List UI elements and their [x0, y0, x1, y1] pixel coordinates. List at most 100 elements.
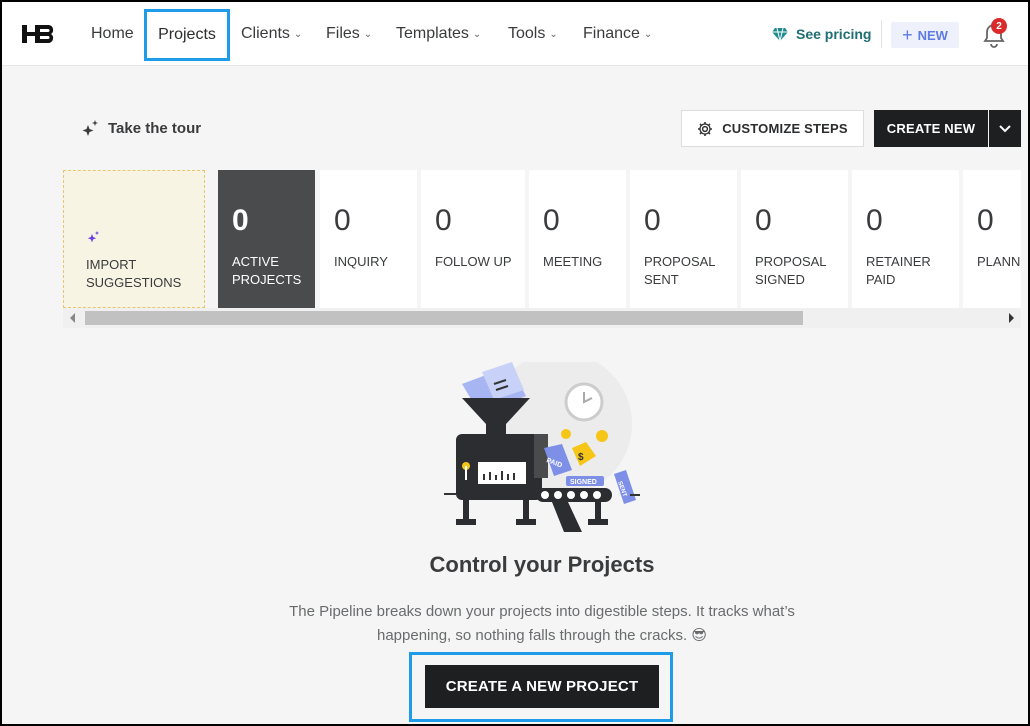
- nav-tools-label: Tools: [508, 25, 546, 42]
- empty-desc-line-2: happening, so nothing falls through the …: [376, 627, 707, 644]
- stage-name: RETAINER PAID: [866, 253, 931, 289]
- stage-name: ACTIVE PROJECTS: [232, 253, 301, 289]
- create-new-dropdown[interactable]: [989, 110, 1021, 147]
- scroll-right-arrow-icon[interactable]: [1009, 313, 1014, 323]
- stage-count: 0: [755, 204, 772, 237]
- chevron-down-icon: ⌄: [472, 28, 482, 40]
- plus-icon: +: [902, 24, 913, 45]
- stage-count: 0: [866, 204, 883, 237]
- stage-name: PROPOSAL SENT: [644, 253, 716, 289]
- gear-icon: [698, 121, 713, 136]
- pipeline-scrollbar[interactable]: [63, 308, 1021, 328]
- see-pricing-label: See pricing: [796, 26, 872, 42]
- top-nav: Home Projects Clients ⌄ Files ⌄ Template…: [2, 2, 1028, 66]
- illus-spout: [534, 434, 548, 478]
- scroll-left-arrow-icon[interactable]: [70, 313, 75, 323]
- stage-name-line-1: FOLLOW UP: [435, 254, 512, 269]
- stage-count: 0: [543, 204, 560, 237]
- nav-projects-label: Projects: [158, 26, 216, 43]
- new-button[interactable]: + NEW: [891, 22, 959, 48]
- stage-name-line-1: RETAINER: [866, 254, 931, 269]
- create-new-project-label: CREATE A NEW PROJECT: [445, 678, 639, 695]
- empty-state-description: The Pipeline breaks down your projects i…: [257, 600, 827, 648]
- see-pricing-link[interactable]: See pricing: [772, 2, 871, 66]
- stage-inquiry[interactable]: 0 INQUIRY: [320, 170, 417, 308]
- import-line-2: SUGGESTIONS: [86, 275, 182, 290]
- customize-steps-label: CUSTOMIZE STEPS: [722, 121, 848, 136]
- notification-badge: 2: [991, 18, 1007, 34]
- stage-name-line-1: PROPOSAL: [644, 254, 716, 269]
- nav-clients-label: Clients: [241, 25, 290, 42]
- stage-count: 0: [334, 204, 351, 237]
- stage-name-line-2: SENT: [644, 272, 679, 287]
- stage-name: MEETING: [543, 253, 602, 271]
- stage-count: 0: [977, 204, 994, 237]
- take-tour-link[interactable]: Take the tour: [82, 119, 201, 137]
- stage-name-line-2: SIGNED: [755, 272, 805, 287]
- pipeline-strip: IMPORT SUGGESTIONS 0 ACTIVE PROJECTS 0 I…: [63, 170, 1021, 328]
- stage-meeting[interactable]: 0 MEETING: [529, 170, 626, 308]
- nav-clients[interactable]: Clients ⌄: [241, 2, 302, 66]
- nav-finance-label: Finance: [583, 25, 640, 42]
- nav-home[interactable]: Home: [91, 2, 134, 66]
- stage-planning[interactable]: 0 PLANN: [963, 170, 1021, 308]
- nav-finance[interactable]: Finance ⌄: [583, 2, 652, 66]
- honeybook-logo-icon[interactable]: [20, 22, 58, 46]
- stage-name-line-1: PLANN: [977, 254, 1021, 269]
- import-suggestions-label: IMPORT SUGGESTIONS: [86, 256, 181, 292]
- nav-home-label: Home: [91, 25, 134, 42]
- illus-dollar-sign: $: [578, 452, 584, 463]
- stage-name-line-1: MEETING: [543, 254, 603, 269]
- illus-coin: [596, 430, 608, 442]
- create-new-label: CREATE NEW: [886, 121, 976, 136]
- take-tour-label: Take the tour: [108, 119, 202, 137]
- sparkle-icon: [82, 120, 98, 136]
- stage-name-line-1: INQUIRY: [334, 254, 388, 269]
- chevron-down-icon: [999, 124, 1011, 132]
- nav-files-label: Files: [326, 25, 360, 42]
- new-button-label: NEW: [917, 27, 948, 43]
- import-suggestions-card[interactable]: IMPORT SUGGESTIONS: [63, 170, 205, 308]
- nav-templates[interactable]: Templates ⌄: [396, 2, 481, 66]
- empty-desc-line-1: The Pipeline breaks down your projects i…: [289, 603, 795, 620]
- stage-name: INQUIRY: [334, 253, 388, 271]
- stage-name: PROPOSAL SIGNED: [755, 253, 827, 289]
- nav-files[interactable]: Files ⌄: [326, 2, 372, 66]
- illus-conveyor-leg: [588, 502, 608, 525]
- create-new-button[interactable]: CREATE NEW: [874, 110, 988, 147]
- stage-name-line-2: PAID: [866, 272, 896, 287]
- stage-name-line-1: PROPOSAL: [755, 254, 827, 269]
- nav-tools[interactable]: Tools ⌄: [508, 2, 558, 66]
- stage-proposal-signed[interactable]: 0 PROPOSAL SIGNED: [741, 170, 848, 308]
- empty-state-title: Control your Projects: [429, 552, 655, 577]
- stage-name-line-1: ACTIVE: [232, 254, 279, 269]
- illus-coin: [561, 429, 571, 439]
- illus-machine-legs: [456, 500, 536, 525]
- nav-projects[interactable]: Projects: [144, 9, 230, 61]
- illus-signed-text: SIGNED: [570, 479, 597, 486]
- stage-retainer-paid[interactable]: 0 RETAINER PAID: [852, 170, 959, 308]
- stage-active-projects[interactable]: 0 ACTIVE PROJECTS: [218, 170, 315, 308]
- import-line-1: IMPORT: [86, 257, 137, 272]
- stage-proposal-sent[interactable]: 0 PROPOSAL SENT: [630, 170, 737, 308]
- stage-name-line-2: PROJECTS: [232, 272, 302, 287]
- chevron-down-icon: ⌄: [363, 28, 373, 40]
- stage-count: 0: [232, 204, 249, 237]
- pipeline-machine-illustration: PAID $ SIGNED SENT: [444, 362, 640, 532]
- diamond-icon: [772, 27, 788, 41]
- stage-count: 0: [644, 204, 661, 237]
- scroll-thumb[interactable]: [85, 311, 803, 325]
- chevron-down-icon: ⌄: [293, 28, 303, 40]
- stage-follow-up[interactable]: 0 FOLLOW UP: [421, 170, 525, 308]
- stage-name: FOLLOW UP: [435, 253, 512, 271]
- stage-count: 0: [435, 204, 452, 237]
- sparkle-icon: [87, 231, 99, 243]
- create-new-project-button[interactable]: CREATE A NEW PROJECT: [425, 665, 659, 708]
- nav-divider: [881, 20, 882, 48]
- nav-templates-label: Templates: [396, 25, 469, 42]
- chevron-down-icon: ⌄: [549, 28, 558, 40]
- illus-conveyor-stand: [552, 502, 582, 532]
- customize-steps-button[interactable]: CUSTOMIZE STEPS: [681, 110, 864, 147]
- stage-name: PLANN: [977, 253, 1020, 271]
- chevron-down-icon: ⌄: [643, 28, 653, 40]
